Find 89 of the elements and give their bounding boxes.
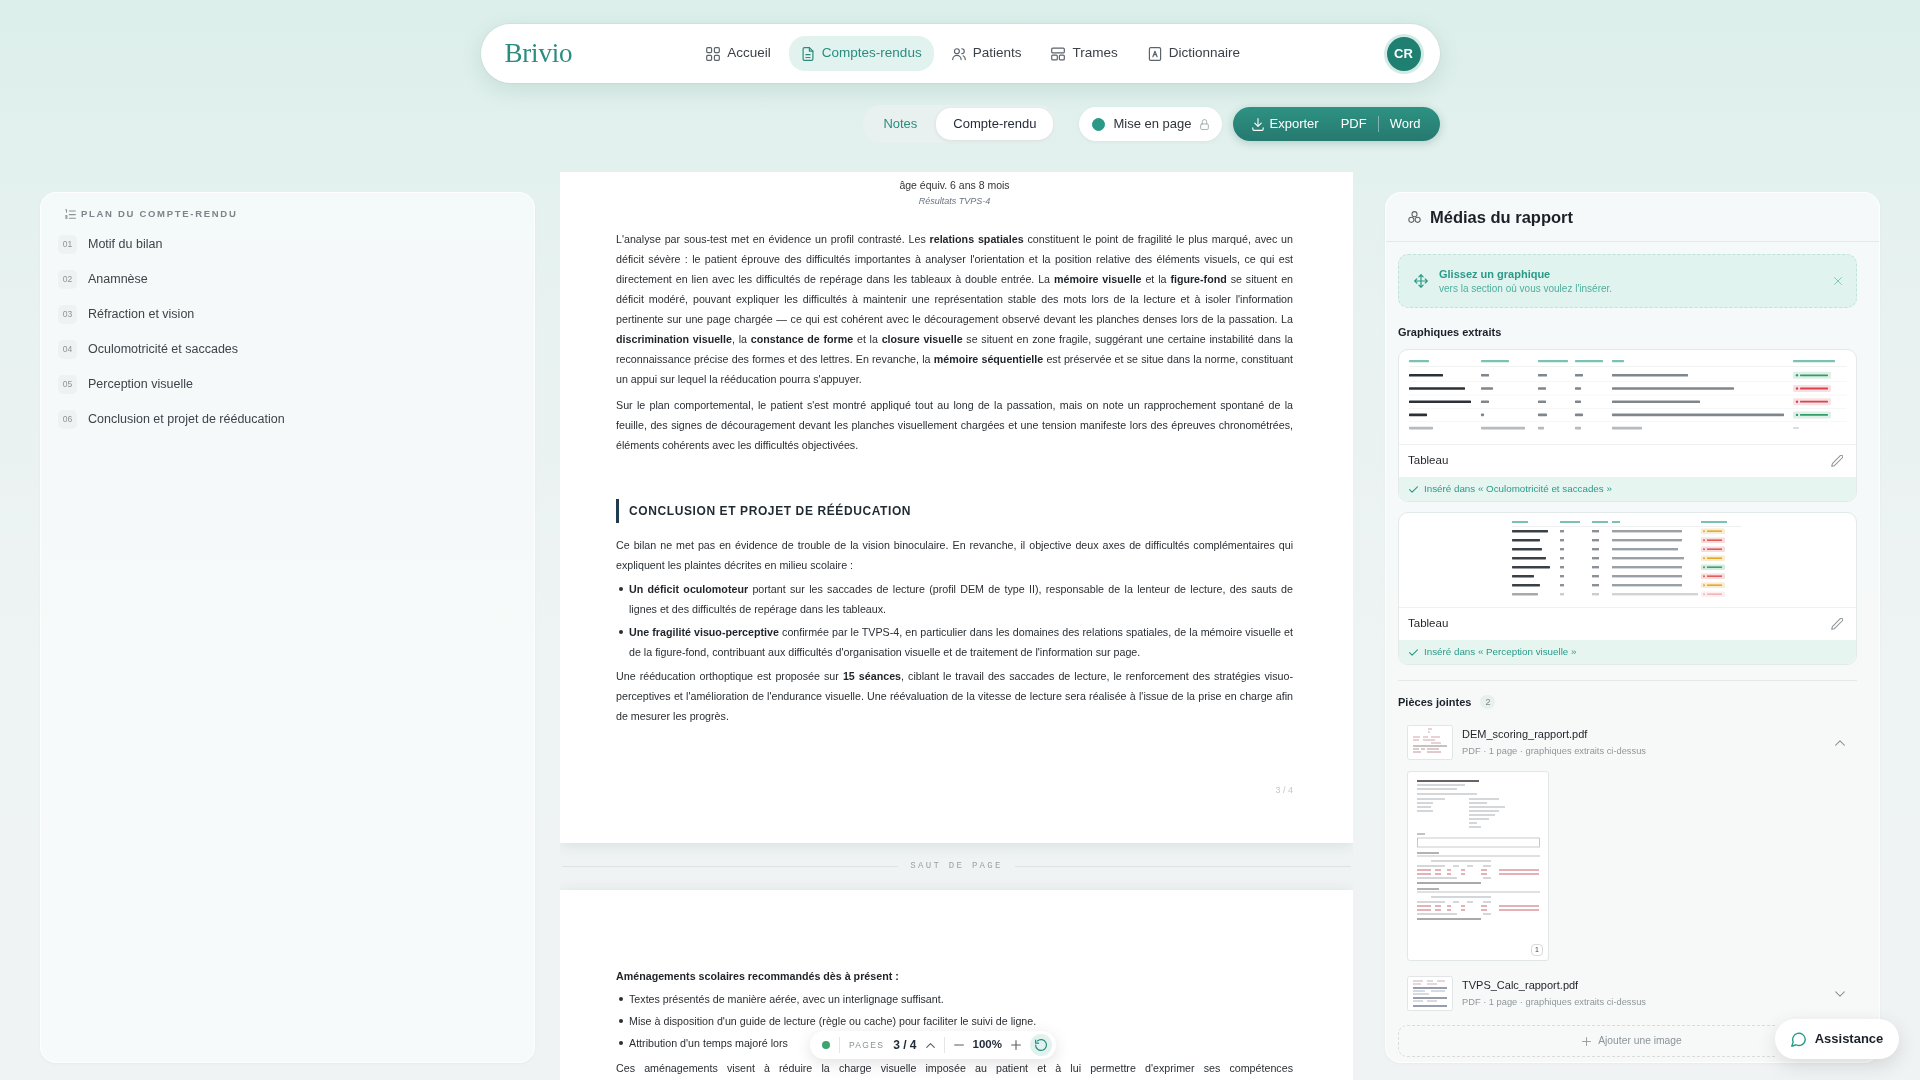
list-item-text: Un déficit oculomoteur portant sur les saccades de lecture (profil DEM de type II), responsable de la lenteur de lecture, des sauts de lignes et des difficultés de repérage dans les tableaux. xyxy=(629,582,1293,617)
chat-icon xyxy=(1790,1031,1806,1047)
move-icon xyxy=(1414,274,1428,288)
hint-title: Glissez un graphique xyxy=(1439,266,1551,282)
view-tab[interactable]: Notes xyxy=(866,108,935,140)
body-paragraph: Ces aménagements visent à réduire la charge visuelle imposée au patient et à lui permettre d'exprimer ses compétences xyxy=(616,1061,1293,1076)
nav-link[interactable]: Patients xyxy=(939,36,1034,71)
figure-caption: Résultats TVPS-4 xyxy=(918,195,991,208)
list-item-text: Une fragilité visuo-perceptive confirmée par le TVPS-4, en particulier dans les domaines des relations spatiales, de la mémoire visuelle et de la figure-fond, contribuant aux difficultés d'organisation visuelle et de traitement de l'information sur page. xyxy=(629,625,1293,660)
pdf-thumbnail-drawing xyxy=(1407,976,1453,1011)
list-item-text: Textes présentés de manière aérée, avec un interlignage suffisant. xyxy=(629,992,944,1007)
zoom-level: 100% xyxy=(972,1037,1002,1053)
nav-link[interactable]: Accueil xyxy=(694,36,783,71)
body-paragraph: Sur le plan comportemental, le patient s'est montré appliqué tout au long de la passation, mais on note un rapprochement spontané de la feuille, des signes de découragement devant les planches visuellement chargées et une tension manifeste lors des épreuves chronométrées, éléments cohérents avec les difficultés objectivées. xyxy=(616,398,1293,453)
section-number: 03 xyxy=(58,305,77,324)
users-icon xyxy=(951,46,966,61)
page-counter: 3 / 4 xyxy=(893,1037,917,1054)
plus-icon xyxy=(1582,1036,1592,1046)
user-avatar[interactable]: CR xyxy=(1386,36,1421,71)
bullet-icon xyxy=(619,1041,623,1045)
document-icon xyxy=(800,46,815,61)
list-item-text: Attribution d'un temps majoré lors xyxy=(629,1036,788,1051)
file-meta: PDF · 1 page · graphiques extraits ci-dessus xyxy=(1462,996,1646,1009)
check-icon xyxy=(1409,648,1418,656)
download-icon xyxy=(1251,117,1264,131)
section-number: 06 xyxy=(58,410,77,429)
nav-link[interactable]: Dictionnaire xyxy=(1135,36,1252,71)
section-heading: CONCLUSION ET PROJET DE RÉÉDUCATION xyxy=(616,499,912,523)
format-button[interactable]: Word xyxy=(1378,107,1432,141)
inserted-text: Inséré dans « Perception visuelle » xyxy=(1424,644,1577,659)
bullet-icon xyxy=(619,997,623,1001)
outline-title: PLAN DU COMPTE-RENDU xyxy=(81,207,238,221)
body-paragraph: Ce bilan ne met pas en évidence de trouble de la vision binoculaire. En revanche, il objective deux axes de difficultés complémentaires qui expliquent les plaintes décrites en milieu scolaire : xyxy=(616,538,1293,573)
bullet-icon xyxy=(619,1019,623,1023)
body-paragraph: Une rééducation orthoptique est proposée sur 15 séances, ciblant le travail des saccades de lecture, le renforcement des stratégies visuo-perceptives et l'amélioration de l'endurance visuelle. Une réévaluation de la vitesse de lecture sera réalisée à l'issue de la prise en charge afin de mesurer les progrès. xyxy=(616,669,1293,724)
assistance-button[interactable]: Assistance xyxy=(1775,1019,1899,1059)
pencil-icon[interactable] xyxy=(1831,455,1843,467)
book-icon xyxy=(1147,46,1162,61)
numbered-list-icon xyxy=(65,209,76,219)
minus-icon[interactable] xyxy=(953,1044,964,1046)
file-meta: PDF · 1 page · graphiques extraits ci-dessus xyxy=(1462,745,1646,758)
count-badge: 2 xyxy=(1480,695,1496,709)
circles-icon xyxy=(1408,211,1421,223)
view-tab[interactable]: Compte-rendu xyxy=(936,108,1054,140)
body-paragraph: L'analyse par sous-test met en évidence un profil contrasté. Les relations spatiales constituent le point de fragilité le plus marqué, avec un déficit sévère : le patient éprouve des difficultés importantes à analyser l'orientation et la position relative des éléments visuels, ce qui est directement en lien avec les difficultés de repérage dans les tableaux à double entrée. La mémoire visuelle et la figure-fond se situent en déficit modéré, pouvant expliquer les difficultés à maintenir une représentation stable des mots lors de la lecture et à isoler l'information pertinente sur une page chargée — ce qui est cohérent avec le découragement observé devant les planches denses lors de la passation. La discrimination visuelle, la constance de forme et la closure visuelle se situent en zone fragile, suggérant une certaine instabilité dans la reconnaissance précise des formes et des lettres. En revanche, la mémoire séquentielle est préservée et se situe dans la norme, constituant un appui sur lequel la rééducation pourra s'appuyer. xyxy=(616,232,1293,387)
list-heading: Aménagements scolaires recommandés dès à présent : xyxy=(616,969,899,984)
outline-link[interactable]: Anamnèse xyxy=(88,270,148,289)
section-number: 02 xyxy=(58,270,77,289)
section-number: 04 xyxy=(58,340,77,359)
hint-text: vers la section où vous voulez l'insérer. xyxy=(1439,281,1613,296)
chevron-down-icon[interactable] xyxy=(1835,990,1845,997)
layout-icon xyxy=(1051,46,1066,61)
card-label: Tableau xyxy=(1408,453,1449,469)
chevron-up-icon[interactable] xyxy=(1835,739,1845,746)
nav-link[interactable]: Comptes-rendus xyxy=(788,36,934,71)
bullet-icon xyxy=(619,587,623,591)
section-title: Graphiques extraits xyxy=(1398,325,1502,340)
figure-text: âge équiv. 6 ans 8 mois xyxy=(899,178,1010,192)
section-number: 01 xyxy=(58,235,77,254)
nav-link[interactable]: Trames xyxy=(1039,36,1130,71)
brand-logo[interactable]: Brivio xyxy=(504,33,573,74)
check-icon xyxy=(1409,485,1418,493)
outline-link[interactable]: Réfraction et vision xyxy=(88,305,195,324)
file-name[interactable]: TVPS_Calc_rapport.pdf xyxy=(1462,978,1579,993)
pencil-icon[interactable] xyxy=(1831,618,1843,630)
grid-icon xyxy=(706,46,721,61)
chevron-up-icon[interactable] xyxy=(925,1042,935,1048)
inserted-text: Inséré dans « Oculomotricité et saccades » xyxy=(1424,481,1612,496)
outline-link[interactable]: Perception visuelle xyxy=(88,375,193,394)
bullet-icon xyxy=(619,630,623,634)
layout-toggle[interactable]: Mise en page xyxy=(1079,107,1222,141)
panel-title: Médias du rapport xyxy=(1430,206,1573,228)
card-label: Tableau xyxy=(1408,616,1449,632)
plus-icon[interactable] xyxy=(1010,1040,1021,1050)
section-title: Pièces jointes xyxy=(1398,695,1472,710)
outline-link[interactable]: Oculomotricité et saccades xyxy=(88,340,239,359)
outline-link[interactable]: Conclusion et projet de rééducation xyxy=(88,410,285,429)
list-item-text: Mise à disposition d'un guide de lecture (règle ou cache) pour faciliter le suivi de ligne. xyxy=(629,1014,1037,1029)
file-name[interactable]: DEM_scoring_rapport.pdf xyxy=(1462,727,1588,742)
outline-link[interactable]: Motif du bilan xyxy=(88,235,163,254)
page-break-label: SAUT DE PAGE xyxy=(910,859,1003,873)
export-button[interactable]: Exporter xyxy=(1240,107,1330,141)
reset-zoom-button[interactable] xyxy=(1029,1034,1052,1056)
format-button[interactable]: PDF xyxy=(1329,107,1378,141)
pages-label: PAGES xyxy=(849,1038,885,1052)
pdf-thumbnail-drawing xyxy=(1407,725,1453,760)
section-number: 05 xyxy=(58,375,77,394)
refresh-icon xyxy=(1034,1039,1047,1051)
close-icon[interactable] xyxy=(1834,277,1842,285)
